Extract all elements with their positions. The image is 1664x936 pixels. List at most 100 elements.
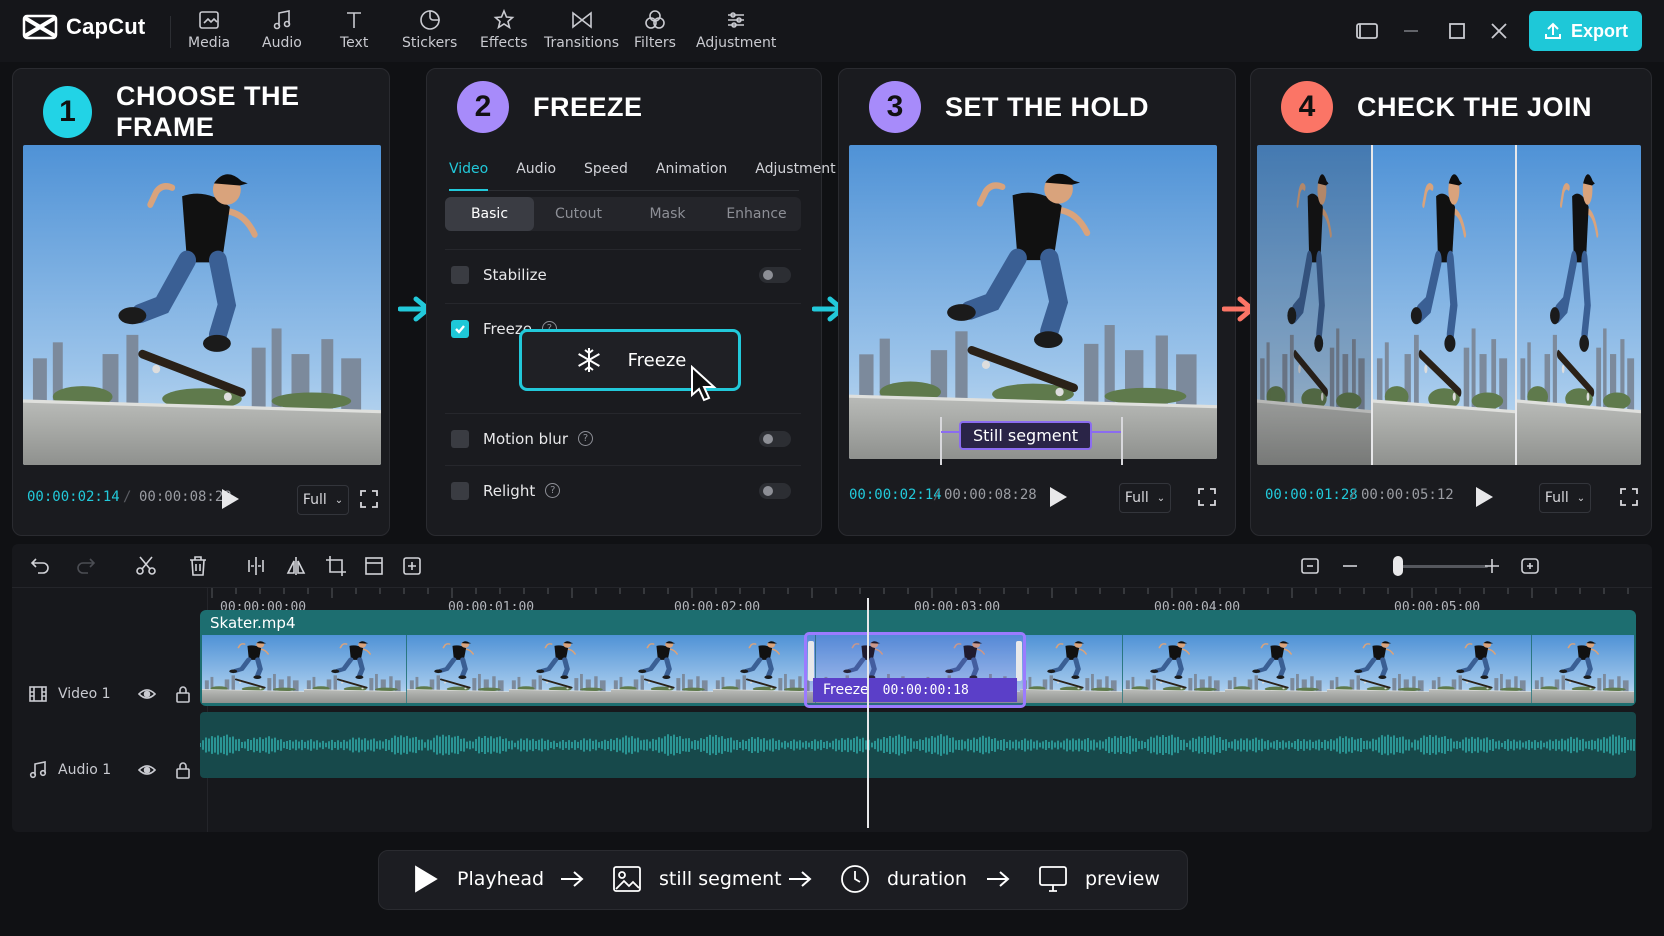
crop-button[interactable] — [324, 554, 348, 578]
playhead[interactable] — [867, 598, 869, 828]
step-3-title: SET THE HOLD — [945, 91, 1150, 122]
tab-animation[interactable]: Animation — [656, 155, 739, 190]
arrow-right-icon — [789, 871, 812, 887]
play-button[interactable] — [219, 487, 241, 511]
freeze-checkbox[interactable] — [451, 319, 469, 338]
image-icon — [613, 866, 641, 892]
toolbar-effects-label: Effects — [480, 35, 528, 51]
flow-still-segment: still segment — [611, 863, 782, 895]
eye-icon[interactable] — [137, 761, 157, 779]
subtab-cutout[interactable]: Cutout — [534, 197, 623, 231]
export-button[interactable]: Export — [1529, 11, 1642, 51]
timeline-panel: Video 1 Audio 1 00:00:00:00 00:00:01:00 … — [12, 544, 1652, 832]
toolbar-filters[interactable]: Filters — [634, 8, 676, 51]
eye-icon[interactable] — [137, 685, 157, 703]
close-button[interactable] — [1486, 18, 1512, 44]
lock-icon[interactable] — [174, 685, 190, 703]
total-time: 00:00:05:12 — [1361, 487, 1454, 503]
time-separator: / — [123, 489, 132, 505]
text-icon — [347, 12, 362, 28]
current-time: 00:00:01:28 — [1265, 487, 1358, 503]
toolbar-transitions[interactable]: Transitions — [544, 8, 619, 51]
stabilize-toggle[interactable] — [759, 266, 791, 283]
help-icon[interactable]: ? — [545, 483, 561, 498]
ruler-ticks — [211, 588, 1629, 598]
clip-name: Skater.mp4 — [210, 614, 296, 632]
step-4-panel: 4 CHECK THE JOIN 00:00:01:28 / 00:00:05:… — [1250, 68, 1652, 536]
effects-icon — [493, 8, 515, 30]
tab-audio[interactable]: Audio — [516, 155, 568, 190]
audio-clip[interactable] — [200, 712, 1636, 778]
scissors-icon — [136, 556, 156, 575]
fit-timeline-button[interactable] — [1518, 554, 1542, 578]
layout-button[interactable] — [1354, 18, 1380, 44]
adjustment-icon — [728, 12, 745, 28]
scale-value: Full — [1124, 490, 1149, 506]
toolbar-text-label: Text — [340, 35, 369, 51]
hold-end-marker[interactable] — [1121, 417, 1123, 465]
subtab-enhance[interactable]: Enhance — [712, 197, 801, 231]
magnet-icon — [1301, 558, 1319, 574]
fullscreen-icon — [1620, 488, 1638, 506]
flow-arrow — [985, 869, 1011, 889]
maximize-button[interactable] — [1444, 18, 1470, 44]
flow-duration: duration — [839, 863, 967, 895]
zoom-in-button[interactable] — [1480, 554, 1504, 578]
toolbar-audio[interactable]: Audio — [262, 8, 302, 51]
help-icon[interactable]: ? — [577, 431, 593, 446]
split-button[interactable] — [134, 554, 158, 578]
film-icon — [28, 684, 48, 704]
step-4-transport: 00:00:01:28 / 00:00:05:12 Full ⌄ — [1251, 477, 1651, 517]
play-icon — [222, 489, 239, 509]
redo-button[interactable] — [74, 554, 98, 578]
toolbar-media[interactable]: Media — [188, 8, 230, 51]
subtab-basic[interactable]: Basic — [445, 197, 534, 231]
scale-dropdown[interactable]: Full ⌄ — [1119, 483, 1171, 513]
motion-blur-checkbox[interactable] — [451, 429, 469, 448]
delete-button[interactable] — [186, 554, 210, 578]
tab-speed[interactable]: Speed — [584, 155, 640, 190]
freeze-segment-right-handle[interactable] — [1016, 641, 1022, 681]
subtab-mask[interactable]: Mask — [623, 197, 712, 231]
play-button[interactable] — [1047, 485, 1069, 509]
step-3-badge: 3 — [869, 81, 921, 133]
scale-dropdown[interactable]: Full ⌄ — [1539, 483, 1591, 513]
clip-thumbnail — [611, 635, 713, 703]
toolbar-effects[interactable]: Effects — [480, 8, 528, 51]
mirror-button[interactable] — [284, 554, 308, 578]
rotate-button[interactable] — [362, 554, 386, 578]
hold-start-marker[interactable] — [940, 417, 942, 465]
fullscreen-button[interactable] — [359, 489, 379, 509]
toolbar-stickers-label: Stickers — [402, 35, 458, 51]
stabilize-checkbox[interactable] — [451, 265, 469, 284]
zoom-slider-track[interactable] — [1402, 565, 1488, 568]
minimize-button[interactable] — [1398, 18, 1424, 44]
after-frame — [1517, 145, 1641, 465]
relight-checkbox[interactable] — [451, 481, 469, 500]
freeze-frame-button[interactable] — [400, 554, 424, 578]
fullscreen-button[interactable] — [1619, 487, 1639, 507]
toolbar-stickers[interactable]: Stickers — [402, 8, 457, 51]
freeze-segment[interactable]: Freeze 00:00:00:18 — [804, 632, 1026, 708]
motion-blur-toggle[interactable] — [759, 430, 791, 447]
relight-toggle[interactable] — [759, 482, 791, 499]
relight-label: Relight — [483, 481, 536, 500]
clip-thumbnail — [509, 635, 611, 703]
zoom-slider-handle[interactable] — [1393, 556, 1403, 576]
arrow-right-icon — [561, 871, 584, 887]
scale-dropdown[interactable]: Full ⌄ — [297, 485, 349, 515]
lock-icon[interactable] — [174, 761, 190, 779]
fullscreen-button[interactable] — [1197, 487, 1217, 507]
toolbar-text[interactable]: Text — [340, 8, 368, 51]
upload-icon — [1544, 22, 1561, 39]
play-button[interactable] — [1473, 485, 1495, 509]
zoom-out-button[interactable] — [1338, 554, 1362, 578]
tab-adjustment[interactable]: Adjustment — [755, 155, 847, 190]
toolbar-adjustment[interactable]: Adjustment — [696, 8, 776, 51]
tab-video[interactable]: Video — [449, 155, 500, 191]
freeze-segment-left-handle[interactable] — [808, 641, 814, 681]
snap-button[interactable] — [1298, 554, 1322, 578]
close-icon — [1491, 23, 1507, 39]
split-left-button[interactable] — [244, 554, 268, 578]
undo-button[interactable] — [28, 554, 52, 578]
